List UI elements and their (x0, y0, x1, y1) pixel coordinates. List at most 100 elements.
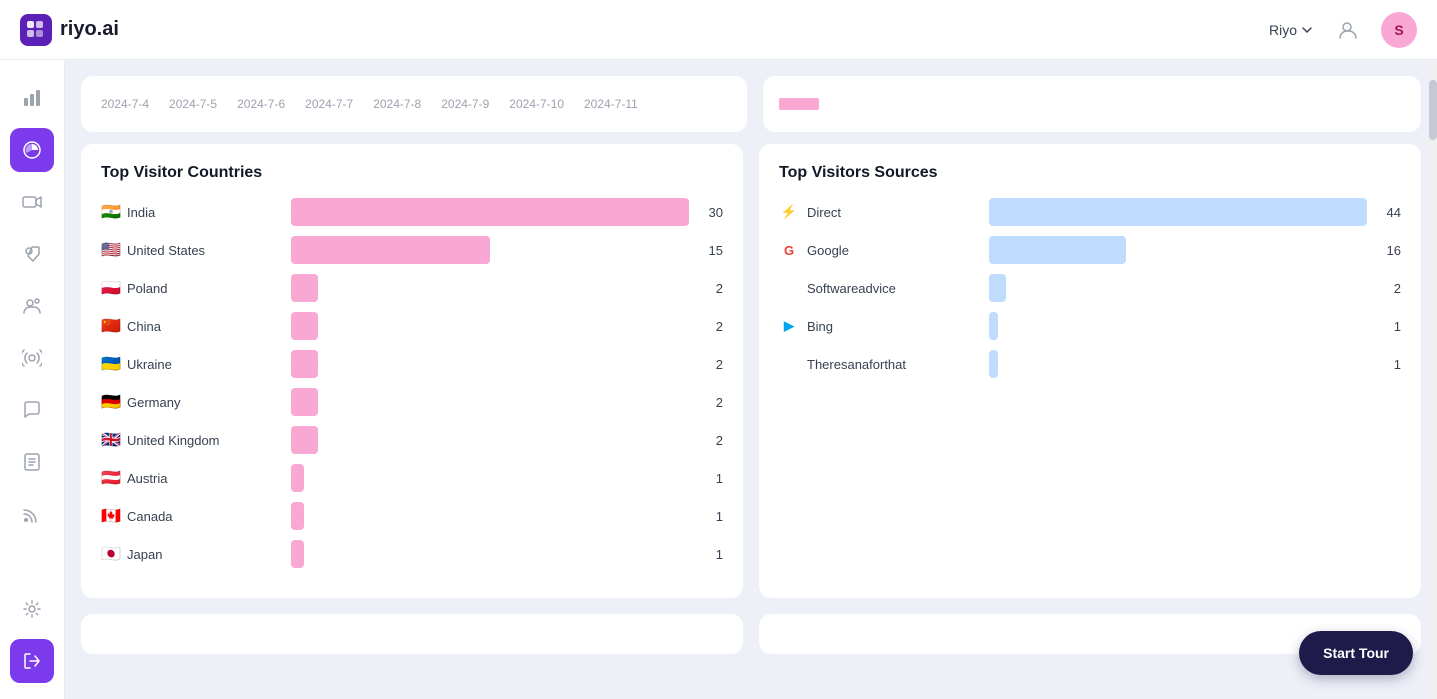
sidebar-item-video[interactable] (10, 180, 54, 224)
date-label: 2024-7-11 (584, 97, 638, 111)
country-row: 🇺🇸United States15 (101, 236, 723, 264)
scrollbar-track[interactable] (1429, 60, 1437, 699)
country-bar-fill (291, 426, 318, 454)
country-flag-icon: 🇦🇹 (101, 468, 121, 488)
sidebar-item-analytics[interactable] (10, 76, 54, 120)
country-bar-container (291, 388, 689, 416)
sidebar-item-tags[interactable] (10, 232, 54, 276)
country-bar-container (291, 198, 689, 226)
country-label: 🇵🇱 Poland (101, 278, 281, 298)
country-label: 🇦🇹 Austria (101, 468, 281, 488)
country-row: 🇮🇳India30 (101, 198, 723, 226)
country-flag-icon: 🇨🇦 (101, 506, 121, 526)
notifications-icon[interactable] (1329, 12, 1365, 48)
sidebar-item-reports[interactable] (10, 128, 54, 172)
sources-title: Top Visitors Sources (779, 164, 1401, 182)
country-name: Japan (127, 547, 162, 562)
scrollbar-thumb[interactable] (1429, 80, 1437, 140)
country-bar-fill (291, 388, 318, 416)
country-bar-container (291, 426, 689, 454)
date-label: 2024-7-10 (509, 97, 564, 111)
sidebar-item-broadcast[interactable] (10, 336, 54, 380)
source-bar-container (989, 274, 1367, 302)
country-bar-container (291, 350, 689, 378)
source-label: Softwareadvice (779, 278, 979, 298)
country-count: 2 (699, 319, 723, 334)
country-row: 🇨🇳China 2 (101, 312, 723, 340)
country-label: 🇬🇧United Kingdom (101, 430, 281, 450)
start-tour-button[interactable]: Start Tour (1299, 631, 1413, 675)
country-bar-fill (291, 198, 689, 226)
country-name: Austria (127, 471, 167, 486)
country-label: 🇮🇳 India (101, 202, 281, 222)
country-label: 🇺🇦Ukraine (101, 354, 281, 374)
country-row: 🇬🇧United Kingdom2 (101, 426, 723, 454)
country-bar-container (291, 274, 689, 302)
country-flag-icon: 🇯🇵 (101, 544, 121, 564)
source-bar-fill (989, 312, 998, 340)
country-bar-fill (291, 274, 318, 302)
country-bar-container (291, 502, 689, 530)
country-row: 🇨🇦Canada1 (101, 502, 723, 530)
country-count: 1 (699, 547, 723, 562)
date-label: 2024-7-6 (237, 97, 285, 111)
date-label: 2024-7-4 (101, 97, 149, 111)
country-flag-icon: 🇮🇳 (101, 202, 121, 222)
country-name: Poland (127, 281, 167, 296)
country-flag-icon: 🇺🇸 (101, 240, 121, 260)
country-row: 🇯🇵 Japan 1 (101, 540, 723, 568)
country-name: India (127, 205, 155, 220)
source-bar-fill (989, 236, 1126, 264)
country-bar-fill (291, 236, 490, 264)
country-bar-fill (291, 350, 318, 378)
source-name: Direct (807, 205, 841, 220)
user-avatar[interactable]: S (1381, 12, 1417, 48)
top-visitor-sources-card: Top Visitors Sources ⚡Direct44GGoogle16S… (759, 144, 1421, 598)
country-bar-fill (291, 540, 304, 568)
country-name: China (127, 319, 161, 334)
country-count: 15 (699, 243, 723, 258)
country-flag-icon: 🇩🇪 (101, 392, 121, 412)
source-icon: ▶ (779, 316, 799, 336)
source-bar-container (989, 350, 1367, 378)
header: riyo.ai Riyo S (0, 0, 1437, 60)
country-label: 🇩🇪Germany (101, 392, 281, 412)
country-label: 🇨🇳China (101, 316, 281, 336)
chevron-down-icon (1301, 24, 1313, 36)
logo: riyo.ai (20, 14, 119, 46)
source-row: Theresanaforthat 1 (779, 350, 1401, 378)
source-icon (779, 278, 799, 298)
date-label: 2024-7-8 (373, 97, 421, 111)
source-label: Theresanaforthat (779, 354, 979, 374)
country-count: 1 (699, 471, 723, 486)
source-name: Softwareadvice (807, 281, 896, 296)
dates-row: 2024-7-42024-7-52024-7-62024-7-72024-7-8… (81, 76, 1421, 132)
source-bar-fill (989, 350, 998, 378)
sidebar-item-users[interactable] (10, 284, 54, 328)
user-menu[interactable]: Riyo (1269, 22, 1313, 38)
country-bar-container (291, 464, 689, 492)
source-count: 16 (1377, 243, 1401, 258)
country-count: 2 (699, 357, 723, 372)
source-row: ⚡Direct44 (779, 198, 1401, 226)
sidebar-item-notes[interactable] (10, 440, 54, 484)
source-bar-fill (989, 274, 1006, 302)
sidebar-item-feed[interactable] (10, 492, 54, 536)
country-row: 🇦🇹 Austria 1 (101, 464, 723, 492)
sidebar (0, 60, 65, 699)
source-count: 1 (1377, 357, 1401, 372)
sidebar-item-settings[interactable] (10, 587, 54, 631)
user-name-label: Riyo (1269, 22, 1297, 38)
sidebar-logout-button[interactable] (10, 639, 54, 683)
country-bar-container (291, 312, 689, 340)
country-bar-container (291, 540, 689, 568)
source-bar-fill (989, 198, 1367, 226)
country-count: 2 (699, 395, 723, 410)
source-row: ▶Bing1 (779, 312, 1401, 340)
main-content: 2024-7-42024-7-52024-7-62024-7-72024-7-8… (65, 60, 1437, 699)
sources-list: ⚡Direct44GGoogle16Softwareadvice2▶Bing1T… (779, 198, 1401, 378)
source-icon: G (779, 240, 799, 260)
country-flag-icon: 🇵🇱 (101, 278, 121, 298)
sidebar-item-chat[interactable] (10, 388, 54, 432)
legend-bar (779, 98, 819, 110)
